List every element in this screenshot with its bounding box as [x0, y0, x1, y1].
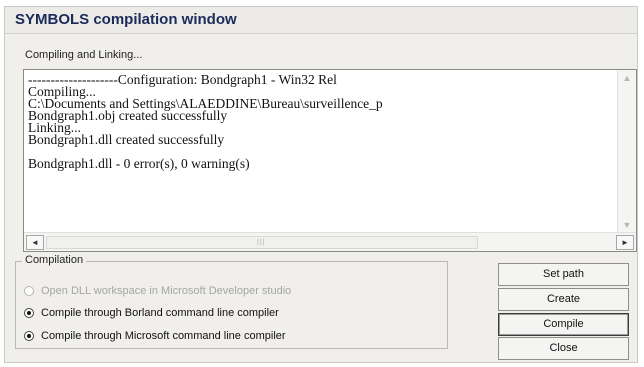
radio-borland-compiler[interactable] — [24, 308, 34, 318]
option-label: Open DLL workspace in Microsoft Develope… — [41, 285, 292, 297]
window-title: SYMBOLS compilation window — [15, 11, 237, 28]
close-button[interactable]: Close — [498, 337, 629, 360]
output-panel[interactable]: --------------------Configuration: Bondg… — [23, 69, 637, 252]
output-line: Bondgraph1.dll created successfully — [28, 132, 225, 147]
scroll-right-button[interactable]: ► — [616, 235, 634, 250]
set-path-button[interactable]: Set path — [498, 263, 629, 286]
scroll-up-icon[interactable]: ▲ — [621, 72, 633, 84]
vertical-scrollbar[interactable]: ▲ ▼ — [617, 70, 636, 233]
scroll-down-icon[interactable]: ▼ — [621, 219, 633, 231]
option-open-dll-workspace[interactable]: Open DLL workspace in Microsoft Develope… — [24, 283, 291, 299]
title-bar[interactable]: SYMBOLS compilation window — [5, 7, 637, 34]
radio-microsoft-compiler[interactable] — [24, 331, 34, 341]
horizontal-scroll-thumb[interactable]: ||| — [46, 236, 478, 249]
compile-button[interactable]: Compile — [498, 313, 629, 336]
option-borland-compiler[interactable]: Compile through Borland command line com… — [24, 305, 279, 321]
create-button[interactable]: Create — [498, 288, 629, 311]
output-line: Bondgraph1.obj created successfully — [28, 108, 228, 123]
scroll-left-button[interactable]: ◄ — [26, 235, 44, 250]
output-text[interactable]: --------------------Configuration: Bondg… — [28, 74, 614, 231]
output-line: Bondgraph1.dll - 0 error(s), 0 warning(s… — [28, 156, 250, 171]
radio-open-dll-workspace[interactable] — [24, 286, 34, 296]
compilation-group-label: Compilation — [22, 254, 87, 266]
progress-label: Compiling and Linking... — [25, 49, 143, 61]
scroll-grip-icon: ||| — [257, 239, 266, 246]
output-line: --------------------Configuration: Bondg… — [28, 74, 337, 87]
option-microsoft-compiler[interactable]: Compile through Microsoft command line c… — [24, 328, 286, 344]
option-label: Compile through Microsoft command line c… — [41, 330, 286, 342]
option-label: Compile through Borland command line com… — [41, 307, 279, 319]
horizontal-scrollbar[interactable]: ◄ ||| ► — [24, 232, 636, 251]
